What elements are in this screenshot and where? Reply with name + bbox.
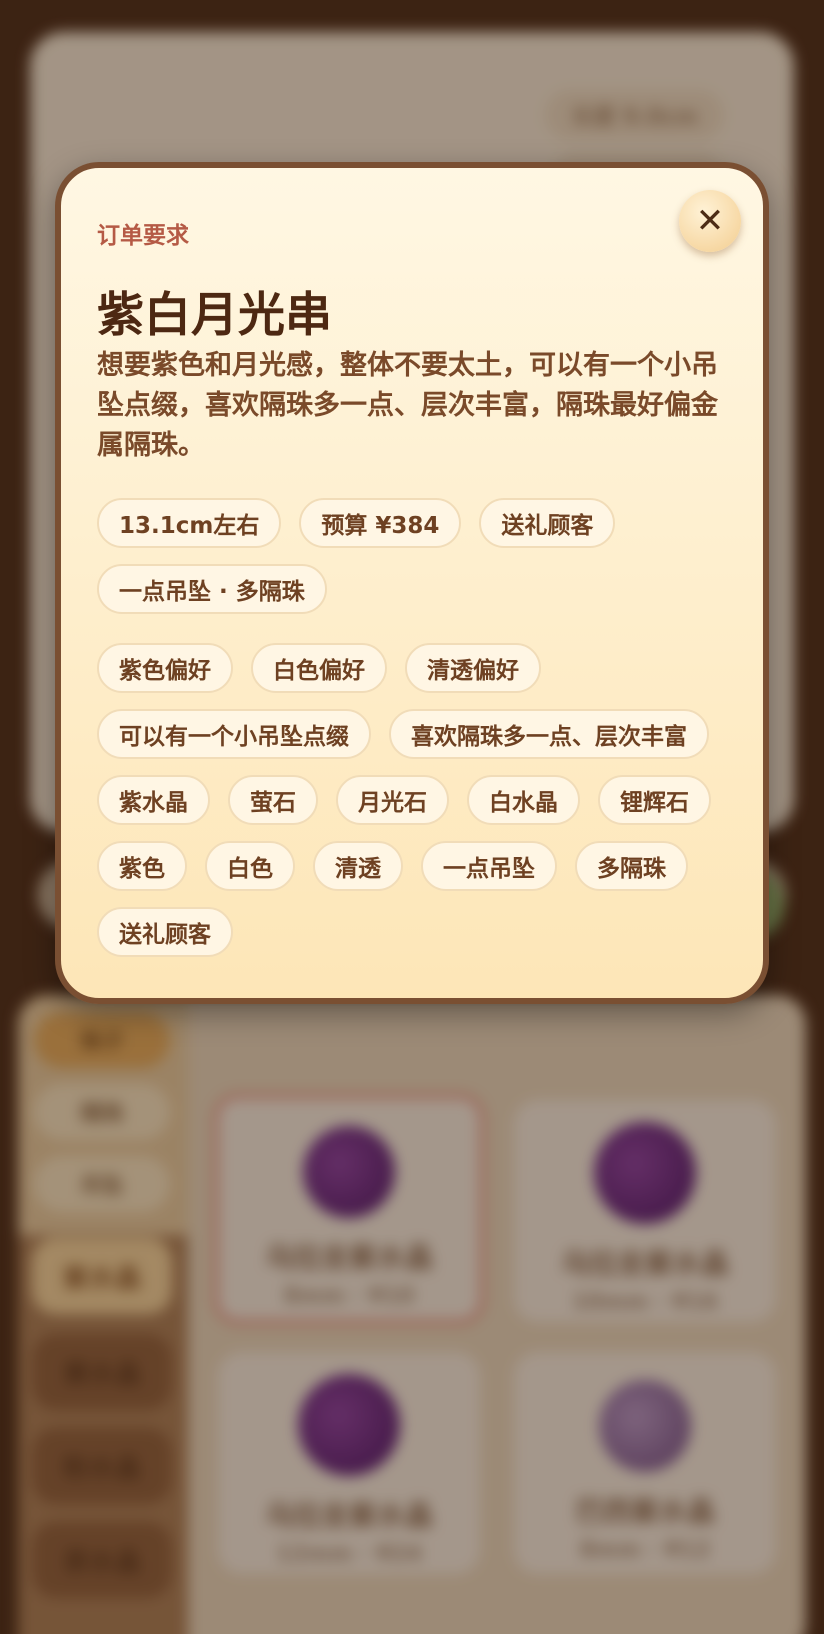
preference-tag: 可以有一个小吊坠点缀 — [97, 709, 371, 759]
preference-tag: 白水晶 — [467, 775, 580, 825]
customer-type-tag: 送礼顾客 — [479, 498, 616, 548]
preference-tag: 月光石 — [336, 775, 449, 825]
order-requirements-modal: ✕ 订单要求 紫白月光串 想要紫色和月光感，整体不要太土，可以有一个小吊坠点缀，… — [55, 162, 769, 1004]
preference-tag: 清透偏好 — [405, 643, 541, 693]
preference-tag: 锂辉石 — [598, 775, 711, 825]
length-tag: 13.1cm左右 — [97, 498, 282, 548]
preference-tag: 喜欢隔珠多一点、层次丰富 — [389, 709, 709, 759]
close-button[interactable]: ✕ — [679, 190, 741, 252]
style-tag: 一点吊坠 · 多隔珠 — [97, 564, 327, 614]
preference-tag: 清透 — [313, 841, 403, 891]
preference-tag: 萤石 — [228, 775, 318, 825]
preference-tag: 紫色偏好 — [97, 643, 233, 693]
order-description: 想要紫色和月光感，整体不要太土，可以有一个小吊坠点缀，喜欢隔珠多一点、层次丰富，… — [97, 350, 718, 461]
preference-tag: 紫水晶 — [97, 775, 210, 825]
preference-tag: 白色 — [205, 841, 295, 891]
order-title: 紫白月光串 — [97, 288, 332, 343]
preference-tag: 送礼顾客 — [97, 907, 233, 957]
preference-tag: 白色偏好 — [251, 643, 387, 693]
budget-tag: 预算 ¥384 — [299, 498, 462, 548]
preference-tag: 紫色 — [97, 841, 187, 891]
modal-kicker: 订单要求 — [97, 223, 189, 249]
preference-tag: 多隔珠 — [575, 841, 688, 891]
preference-tags: 紫色偏好 白色偏好 清透偏好 可以有一个小吊坠点缀 喜欢隔珠多一点、层次丰富 紫… — [97, 643, 737, 957]
preference-tag: 一点吊坠 — [421, 841, 557, 891]
close-icon: ✕ — [695, 201, 725, 241]
summary-tags: 13.1cm左右 预算 ¥384 送礼顾客 一点吊坠 · 多隔珠 — [97, 498, 737, 614]
